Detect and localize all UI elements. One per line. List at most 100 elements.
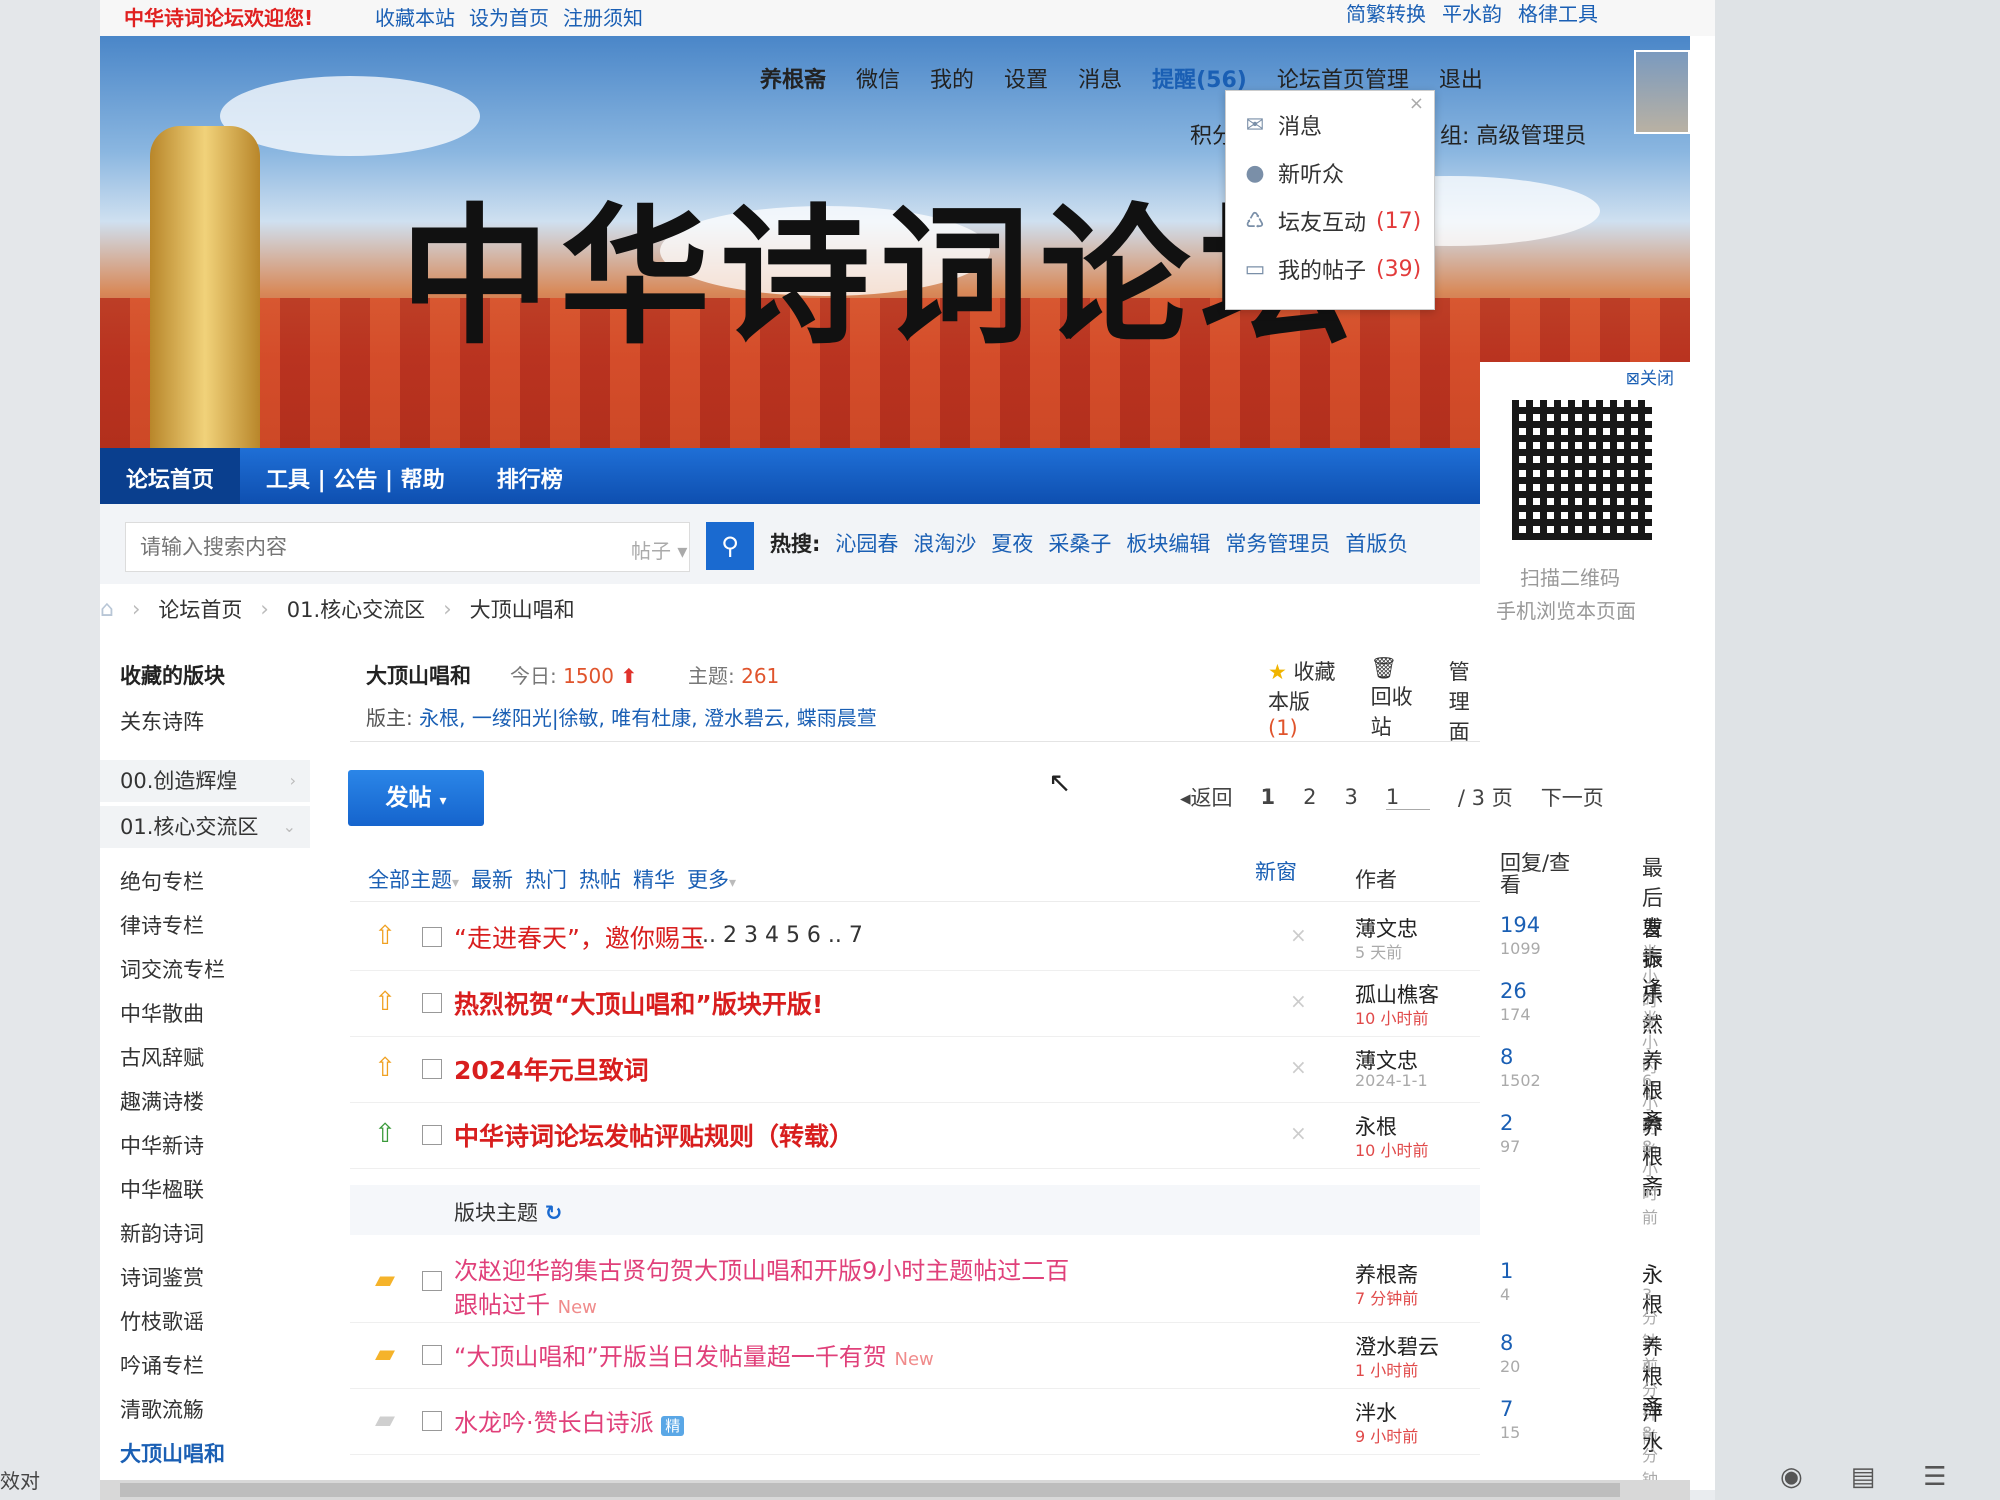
sidebar-item[interactable]: 词交流专栏 (120, 954, 225, 984)
favorite-forum-button[interactable]: ★ 收藏本版 (1) (1268, 656, 1341, 746)
thread-title[interactable]: 次赵迎华韵集古贤句贺大顶山唱和开版9小时主题帖过二百 (454, 1251, 1069, 1286)
sidebar-item[interactable]: 中华楹联 (120, 1174, 204, 1204)
remind-item-my-posts[interactable]: ▭ 我的帖子 (39) (1242, 253, 1422, 285)
sidebar-item[interactable]: 律诗专栏 (120, 910, 204, 940)
remind-item-interactions[interactable]: ♺ 坛友互动 (17) (1242, 205, 1421, 237)
new-window-toggle[interactable]: 新窗 (1255, 856, 1297, 886)
thread-title[interactable]: 中华诗词论坛发帖评贴规则（转载） (454, 1117, 854, 1153)
set-homepage-link[interactable]: 设为首页 (469, 2, 549, 31)
page-jump-input[interactable]: 1 (1385, 785, 1430, 810)
search-input[interactable] (126, 523, 546, 571)
sidebar-item[interactable]: 清歌流觞 (120, 1394, 204, 1424)
hot-search-item[interactable]: 常务管理员 (1225, 528, 1330, 558)
logout-link[interactable]: 退出 (1439, 62, 1483, 94)
my-link[interactable]: 我的 (930, 62, 974, 94)
page-number[interactable]: 2 (1303, 785, 1316, 809)
sidebar-item[interactable]: 吟诵专栏 (120, 1350, 204, 1380)
remind-item-new-followers[interactable]: ● 新听众 (1242, 157, 1344, 189)
thread-title[interactable]: 2024年元旦致词 (454, 1051, 649, 1087)
close-icon[interactable]: × (1290, 1121, 1307, 1145)
recycle-bin-button[interactable]: 🗑 回收站 (1371, 656, 1419, 746)
nav-ranking[interactable]: 排行榜 (471, 448, 589, 504)
breadcrumb-forum-home[interactable]: 论坛首页 (158, 594, 242, 624)
breadcrumb-current-forum[interactable]: 大顶山唱和 (470, 594, 575, 624)
filter-more[interactable]: 更多▾ (687, 864, 736, 894)
horizontal-scrollbar[interactable] (100, 1480, 1690, 1500)
next-page-button[interactable]: 下一页 (1541, 782, 1604, 812)
hot-search-item[interactable]: 浪淘沙 (913, 528, 976, 558)
bookmark-site-link[interactable]: 收藏本站 (375, 2, 455, 31)
username-link[interactable]: 养根斋 (760, 62, 826, 94)
sidebar-fav-item[interactable]: 关东诗阵 (120, 706, 204, 736)
page-number[interactable]: 3 (1345, 785, 1358, 809)
filter-all[interactable]: 全部主题▾ (368, 864, 459, 894)
sidebar-item[interactable]: 古风辞赋 (120, 1042, 204, 1072)
row-checkbox[interactable] (422, 1125, 442, 1145)
hot-search-item[interactable]: 首版负 (1345, 528, 1408, 558)
sidebar-item[interactable]: 诗词鉴赏 (120, 1262, 204, 1292)
thread-title[interactable]: 水龙吟·赞长白诗派 精 (454, 1403, 685, 1438)
hot-search-item[interactable]: 沁园春 (835, 528, 898, 558)
filter-digest[interactable]: 精华 (633, 864, 675, 894)
messages-link[interactable]: 消息 (1078, 62, 1122, 94)
qr-close-button[interactable]: ⊠关闭 (1626, 364, 1674, 389)
sidebar-section-01[interactable]: 01.核心交流区 ⌄ (100, 806, 310, 848)
simplified-traditional-link[interactable]: 简繁转换 (1346, 0, 1426, 27)
breadcrumb-core-area[interactable]: 01.核心交流区 (287, 594, 425, 624)
row-checkbox[interactable] (422, 927, 442, 947)
sidebar-item[interactable]: 绝句专栏 (120, 866, 204, 896)
search-button[interactable]: ⚲ (706, 522, 754, 570)
scrollbar-thumb[interactable] (120, 1483, 1620, 1497)
page-number[interactable]: 1 (1261, 785, 1276, 809)
close-icon[interactable]: × (1409, 93, 1424, 114)
nav-tools-notice-help[interactable]: 工具 | 公告 | 帮助 (240, 448, 471, 504)
thread-title[interactable]: “走进春天”，邀你赐玉 (454, 919, 705, 955)
new-post-button[interactable]: 发帖 ▾ (348, 770, 484, 826)
remind-item-messages[interactable]: ✉ 消息 (1242, 109, 1322, 141)
sidebar-item[interactable]: 中华散曲 (120, 998, 204, 1028)
close-icon[interactable]: × (1290, 989, 1307, 1013)
row-checkbox[interactable] (422, 1411, 442, 1431)
new-badge: New (894, 1349, 934, 1370)
eye-icon[interactable]: ◉ (1780, 1462, 1803, 1492)
settings-link[interactable]: 设置 (1004, 62, 1048, 94)
row-checkbox[interactable] (422, 1271, 442, 1291)
interaction-icon: ♺ (1245, 208, 1265, 234)
sidebar-item[interactable]: 新韵诗词 (120, 1218, 204, 1248)
hot-search-item[interactable]: 采桑子 (1048, 528, 1111, 558)
back-button[interactable]: ◂返回 (1180, 782, 1233, 812)
row-checkbox[interactable] (422, 1059, 442, 1079)
meter-tool-link[interactable]: 格律工具 (1518, 0, 1598, 27)
thread-title-line2: 跟帖过千 (454, 1291, 550, 1319)
avatar[interactable] (1634, 50, 1690, 134)
hot-search-item[interactable]: 板块编辑 (1126, 528, 1210, 558)
nav-forum-home[interactable]: 论坛首页 (100, 448, 241, 504)
row-checkbox[interactable] (422, 993, 442, 1013)
thread-title[interactable]: 热烈祝贺“大顶山唱和”版块开版! (454, 985, 823, 1021)
sidebar-item[interactable]: 中华新诗 (120, 1130, 204, 1160)
sidebar-item-current[interactable]: 大顶山唱和 (120, 1438, 225, 1468)
register-notice-link[interactable]: 注册须知 (563, 2, 643, 31)
sidebar-item[interactable]: 竹枝歌谣 (120, 1306, 204, 1336)
search-type-select[interactable]: 帖子 ▾ (631, 535, 687, 564)
refresh-icon[interactable]: ↻ (545, 1201, 563, 1225)
thread-title[interactable]: “大顶山唱和”开版当日发帖量超一千有贺 New (454, 1337, 934, 1372)
pingshui-rhyme-link[interactable]: 平水韵 (1442, 0, 1502, 27)
moderators-list[interactable]: 永根, 一缕阳光|徐敏, 唯有杜康, 澄水碧云, 蝶雨晨萱 (419, 706, 877, 730)
sidebar-section-00[interactable]: 00.创造辉煌 › (100, 760, 310, 802)
row-checkbox[interactable] (422, 1345, 442, 1365)
hot-search-item[interactable]: 夏夜 (991, 528, 1033, 558)
close-icon[interactable]: × (1290, 923, 1307, 947)
home-icon[interactable]: ⌂ (100, 597, 114, 622)
filter-hot[interactable]: 热帖 (579, 864, 621, 894)
thread-view-count: 15 (1500, 1423, 1521, 1442)
filter-popular[interactable]: 热门 (525, 864, 567, 894)
manage-button[interactable]: 管理面 (1449, 656, 1480, 746)
wechat-link[interactable]: 微信 (856, 62, 900, 94)
list-icon[interactable]: ☰ (1923, 1462, 1946, 1492)
thread-pages[interactable]: ... 2 3 4 5 6 .. 7 (695, 923, 863, 948)
close-icon[interactable]: × (1290, 1055, 1307, 1079)
page-icon[interactable]: ▤ (1851, 1462, 1876, 1492)
sidebar-item[interactable]: 趣满诗楼 (120, 1086, 204, 1116)
filter-latest[interactable]: 最新 (471, 864, 513, 894)
